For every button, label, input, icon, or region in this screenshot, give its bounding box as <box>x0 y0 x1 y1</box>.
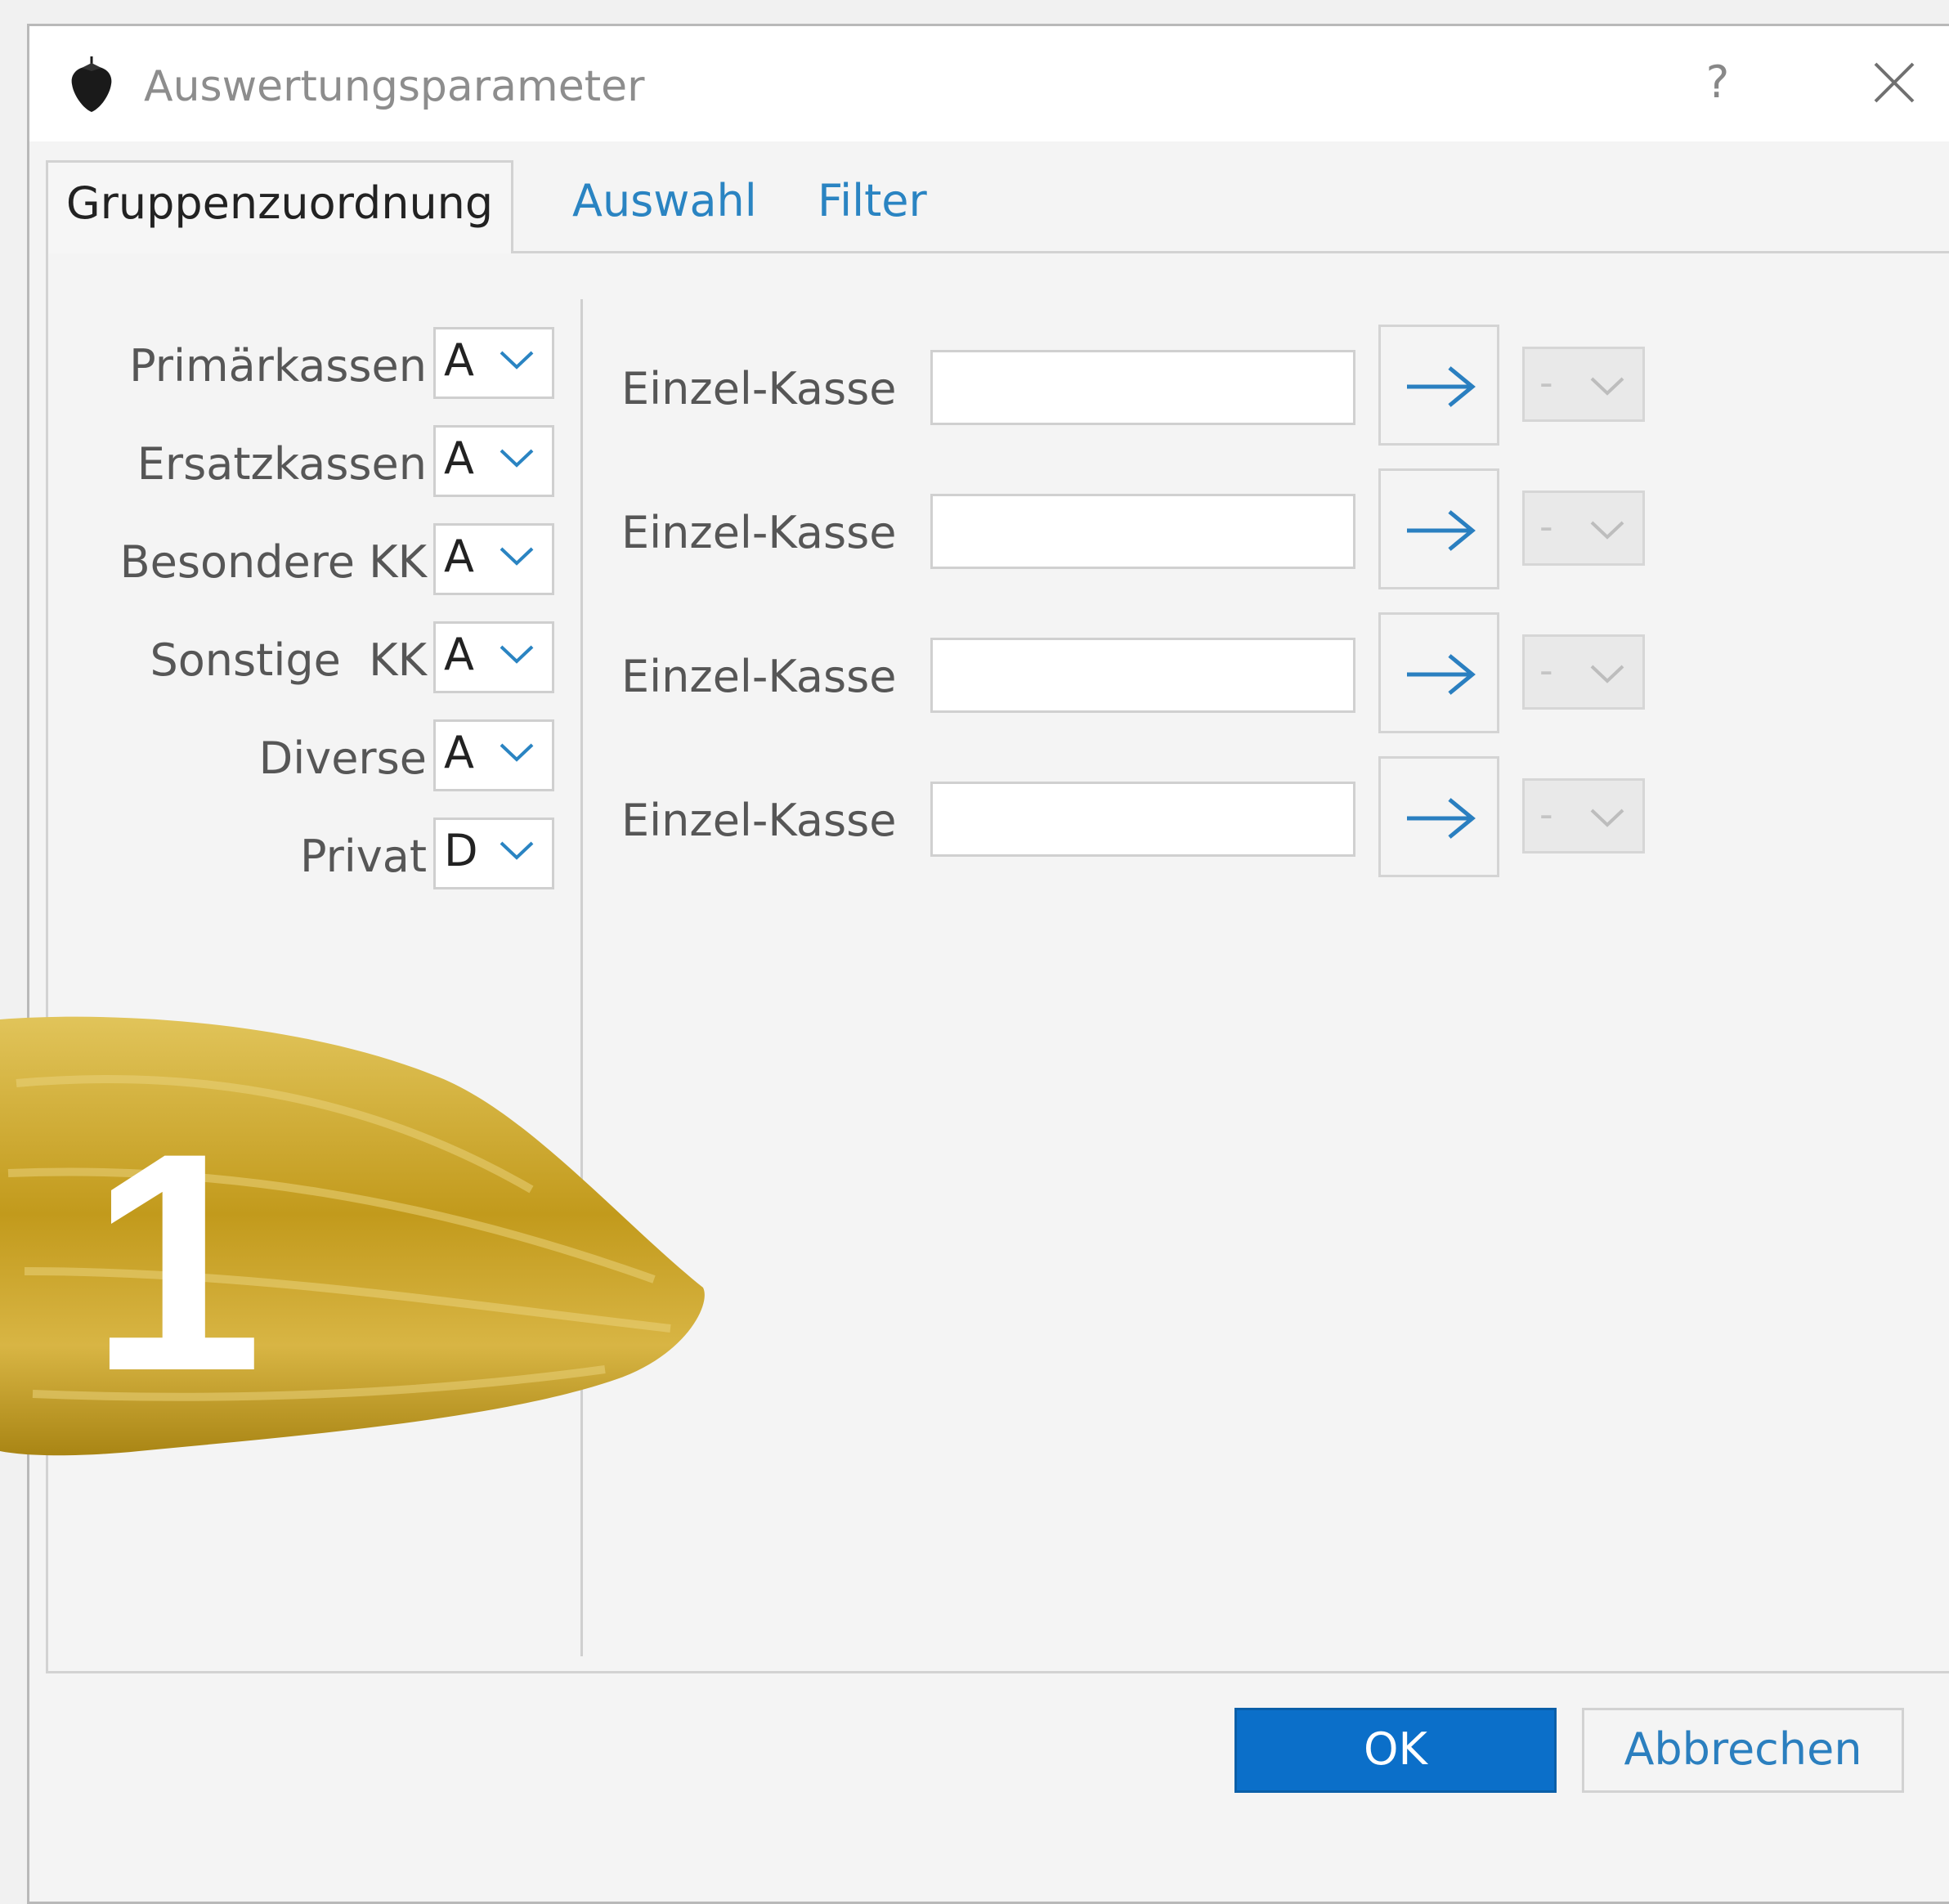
group-label-primaerkassen: Primärkassen <box>129 340 427 392</box>
arrow-right-icon <box>1407 654 1476 695</box>
tab-gruppenzuordnung[interactable]: Gruppenzuordnung <box>46 160 513 253</box>
group-select-value: A <box>444 432 474 484</box>
single-kasse-group-select[interactable]: - <box>1522 634 1645 710</box>
group-label-ersatzkassen: Ersatzkassen <box>137 438 427 490</box>
group-label-diverse: Diverse <box>258 732 427 784</box>
single-kasse-label: Einzel-Kasse <box>621 651 897 702</box>
group-label-sonstige-kk: Sonstige KK <box>150 634 427 686</box>
step-number: 1 <box>90 1088 262 1436</box>
window-title: Auswertungsparameter <box>144 62 645 111</box>
group-select-diverse[interactable]: A <box>433 719 554 791</box>
arrow-right-icon <box>1407 510 1476 551</box>
group-select-primaerkassen[interactable]: A <box>433 327 554 399</box>
title-bar: Auswertungsparameter ? <box>29 26 1949 141</box>
tab-filter[interactable]: Filter <box>809 160 935 253</box>
single-kasse-group-value: - <box>1539 648 1553 692</box>
cancel-button[interactable]: Abbrechen <box>1582 1708 1904 1793</box>
group-select-ersatzkassen[interactable]: A <box>433 425 554 497</box>
close-icon[interactable] <box>1869 57 1920 108</box>
ok-button[interactable]: OK <box>1234 1708 1557 1793</box>
single-kasse-input[interactable] <box>930 638 1355 713</box>
single-kasse-input[interactable] <box>930 782 1355 857</box>
group-select-privat[interactable]: D <box>433 818 554 889</box>
single-kasse-group-value: - <box>1539 361 1553 405</box>
group-select-besondere-kk[interactable]: A <box>433 523 554 595</box>
chevron-down-icon <box>1590 521 1624 540</box>
single-kasse-input[interactable] <box>930 350 1355 425</box>
group-label-privat: Privat <box>299 831 427 882</box>
assign-button[interactable] <box>1378 756 1499 877</box>
arrow-right-icon <box>1407 798 1476 839</box>
chevron-down-icon <box>500 449 534 468</box>
single-kasse-group-select[interactable]: - <box>1522 347 1645 422</box>
chevron-down-icon <box>500 547 534 566</box>
chevron-down-icon <box>500 645 534 664</box>
single-kasse-label: Einzel-Kasse <box>621 363 897 414</box>
assign-button[interactable] <box>1378 612 1499 733</box>
single-kasse-label: Einzel-Kasse <box>621 795 897 846</box>
chevron-down-icon <box>1590 809 1624 827</box>
group-select-value: A <box>444 334 474 386</box>
group-select-value: D <box>444 825 478 876</box>
single-kasse-label: Einzel-Kasse <box>621 507 897 558</box>
tab-auswahl[interactable]: Auswahl <box>564 160 765 253</box>
single-kasse-group-value: - <box>1539 792 1553 836</box>
step-badge: 1 <box>0 1016 705 1456</box>
group-select-value: A <box>444 531 474 582</box>
chevron-down-icon <box>1590 665 1624 683</box>
group-select-value: A <box>444 727 474 778</box>
chevron-down-icon <box>500 351 534 370</box>
chevron-down-icon <box>1590 377 1624 396</box>
single-kasse-group-select[interactable]: - <box>1522 491 1645 566</box>
single-kasse-group-select[interactable]: - <box>1522 778 1645 853</box>
group-label-besondere-kk: Besondere KK <box>119 536 427 588</box>
single-kasse-input[interactable] <box>930 494 1355 569</box>
arrow-right-icon <box>1407 366 1476 407</box>
strawberry-icon <box>71 56 112 112</box>
chevron-down-icon <box>500 841 534 860</box>
single-kasse-group-value: - <box>1539 504 1553 549</box>
assign-button[interactable] <box>1378 325 1499 446</box>
assign-button[interactable] <box>1378 468 1499 589</box>
group-select-value: A <box>444 629 474 680</box>
chevron-down-icon <box>500 743 534 762</box>
help-button[interactable]: ? <box>1693 57 1742 108</box>
group-select-sonstige-kk[interactable]: A <box>433 621 554 693</box>
